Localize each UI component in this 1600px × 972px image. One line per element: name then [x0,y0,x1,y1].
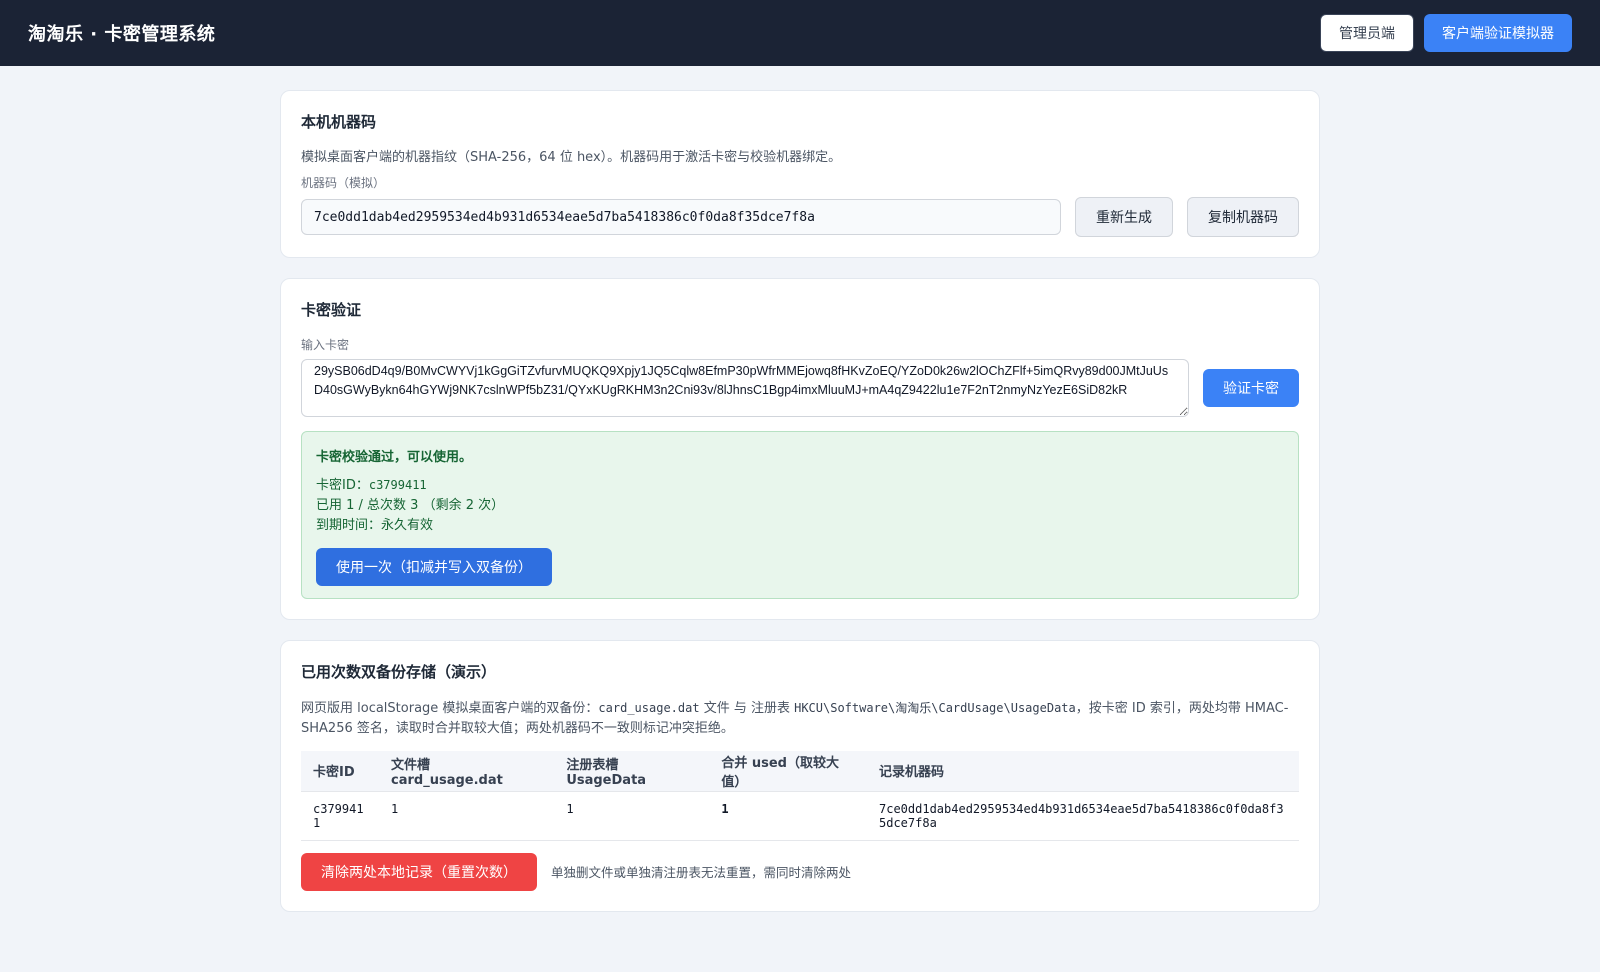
row-registry-used: 1 [554,791,710,841]
storage-desc-part-1: 网页版用 localStorage 模拟桌面客户端的双备份： [301,701,599,716]
card-id-label: 卡密ID： [316,478,369,493]
table-row: c3799411 1 1 1 7ce0dd1dab4ed2959534ed4b9… [301,791,1299,841]
top-actions: 管理员端 客户端验证模拟器 [1320,14,1572,52]
copy-machine-code-button[interactable]: 复制机器码 [1187,197,1299,237]
card-key-textarea[interactable]: 29ySB06dD4q9/B0MvCWYVj1kGgGiTZvfurvMUQKQ… [301,359,1189,417]
usage-line: 已用 1 / 总次数 3 （剩余 2 次） [316,498,505,513]
row-card-id: c3799411 [301,791,379,841]
machine-card-desc: 模拟桌面客户端的机器指纹（SHA-256，64 位 hex）。机器码用于激活卡密… [301,150,842,165]
verify-card-title: 卡密验证 [301,301,362,319]
storage-desc-code-registry: HKCU\Software\淘淘乐\CardUsage\UsageData [794,701,1076,715]
machine-code-row: 重新生成 复制机器码 [301,197,1299,237]
machine-code-label: 机器码（模拟） [301,176,386,190]
card-input-row: 29ySB06dD4q9/B0MvCWYVj1kGgGiTZvfurvMUQKQ… [301,359,1299,417]
admin-button[interactable]: 管理员端 [1320,14,1414,52]
expire-line: 到期时间：永久有效 [316,518,434,533]
row-merged-used: 1 [709,791,867,841]
col-machine-code: 记录机器码 [867,751,1299,792]
simulator-button[interactable]: 客户端验证模拟器 [1424,14,1572,52]
storage-footer-row: 清除两处本地记录（重置次数） 单独删文件或单独清注册表无法重置，需同时清除两处 [301,852,1299,891]
verify-result-box: 卡密校验通过，可以使用。 卡密ID：c3799411 已用 1 / 总次数 3 … [301,431,1299,599]
top-bar: 淘淘乐 · 卡密管理系统 管理员端 客户端验证模拟器 [0,0,1600,66]
clear-records-button[interactable]: 清除两处本地记录（重置次数） [301,852,537,891]
storage-desc-code-file: card_usage.dat [598,701,700,715]
usage-storage-card: 已用次数双备份存储（演示） 网页版用 localStorage 模拟桌面客户端的… [280,640,1320,912]
storage-card-desc: 网页版用 localStorage 模拟桌面客户端的双备份：card_usage… [301,698,1299,739]
table-header-row: 卡密ID 文件槽 card_usage.dat 注册表槽 UsageData 合… [301,751,1299,792]
verify-success-title: 卡密校验通过，可以使用。 [316,450,473,465]
card-id-line: 卡密ID：c3799411 [316,475,1284,496]
col-merged-used: 合并 used（取较大值） [709,751,867,792]
col-file-slot: 文件槽 card_usage.dat [379,751,555,792]
use-once-button[interactable]: 使用一次（扣减并写入双备份） [316,548,552,586]
card-verify-card: 卡密验证 输入卡密 29ySB06dD4q9/B0MvCWYVj1kGgGiTZ… [280,278,1320,620]
verify-card-button[interactable]: 验证卡密 [1203,369,1299,407]
machine-code-card: 本机机器码 模拟桌面客户端的机器指纹（SHA-256，64 位 hex）。机器码… [280,90,1320,258]
col-registry-slot: 注册表槽 UsageData [554,751,710,792]
machine-card-title: 本机机器码 [301,113,377,131]
card-input-label: 输入卡密 [301,338,350,352]
clear-hint: 单独删文件或单独清注册表无法重置，需同时清除两处 [551,865,852,880]
main-content: 本机机器码 模拟桌面客户端的机器指纹（SHA-256，64 位 hex）。机器码… [280,90,1320,912]
storage-desc-part-2: 文件 与 注册表 [699,701,795,716]
col-card-id: 卡密ID [301,751,379,792]
brand-title: 淘淘乐 · 卡密管理系统 [28,24,216,45]
usage-table: 卡密ID 文件槽 card_usage.dat 注册表槽 UsageData 合… [301,751,1299,841]
card-id-value: c3799411 [368,478,427,492]
storage-card-title: 已用次数双备份存储（演示） [301,663,497,681]
machine-code-input[interactable] [301,199,1061,235]
row-file-used: 1 [379,791,555,841]
regenerate-button[interactable]: 重新生成 [1075,197,1173,237]
row-machine-code: 7ce0dd1dab4ed2959534ed4b931d6534eae5d7ba… [867,791,1299,841]
